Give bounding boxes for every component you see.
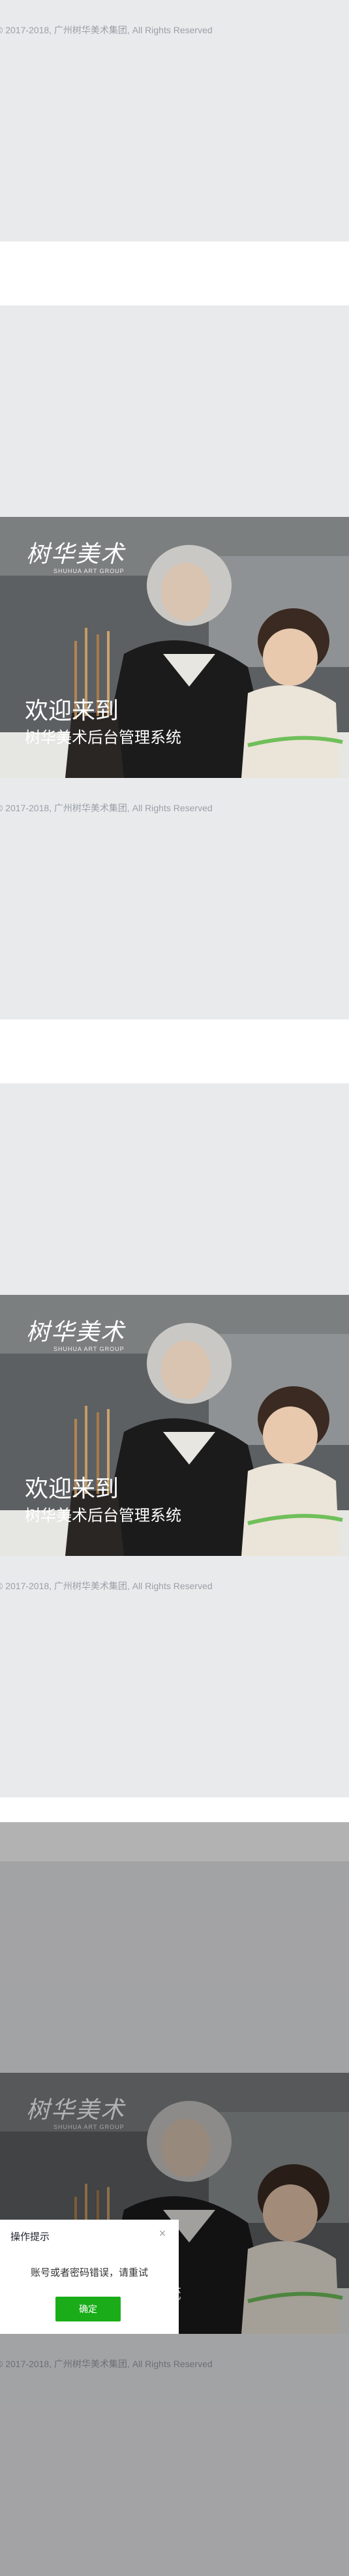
close-icon[interactable]: × <box>155 2226 170 2241</box>
modal-overlay[interactable] <box>0 1822 349 2576</box>
dialog-message: 账号或者密码错误，请重试 <box>30 2267 148 2278</box>
welcome-title: 欢迎来到 <box>25 1475 119 1502</box>
background-panel <box>0 305 349 517</box>
hero-banner: 树华美术 SHUHUA ART GROUP 欢迎来到 树华美术后台管理系统 <box>0 1295 349 1556</box>
welcome-block: 欢迎来到 树华美术后台管理系统 <box>25 696 181 749</box>
confirm-button[interactable]: 确定 <box>55 2297 121 2321</box>
content-panel <box>0 1019 349 1083</box>
welcome-subtitle: 树华美术后台管理系统 <box>25 1507 181 1525</box>
logo-en: SHUHUA ART GROUP <box>53 568 125 574</box>
copyright-footer: © 2017-2018, 广州树华美术集团, All Rights Reserv… <box>0 803 213 813</box>
welcome-block: 欢迎来到 树华美术后台管理系统 <box>25 1474 181 1527</box>
content-panel <box>0 241 349 305</box>
welcome-subtitle: 树华美术后台管理系统 <box>25 729 181 747</box>
logo-cn: 树华美术 <box>26 1319 126 1346</box>
error-dialog: 操作提示 × 账号或者密码错误，请重试 确定 <box>0 2220 179 2334</box>
hero-banner: 树华美术 SHUHUA ART GROUP 欢迎来到 树华美术后台管理系统 <box>0 517 349 778</box>
logo-en: SHUHUA ART GROUP <box>53 1346 125 1352</box>
copyright-footer: © 2017-2018, 广州树华美术集团, All Rights Reserv… <box>0 1581 213 1591</box>
copyright-footer: © 2017-2018, 广州树华美术集团, All Rights Reserv… <box>0 25 213 35</box>
background-panel <box>0 1083 349 1295</box>
dialog-title: 操作提示 <box>10 2231 50 2242</box>
welcome-title: 欢迎来到 <box>25 697 119 724</box>
logo-cn: 树华美术 <box>26 541 126 568</box>
brand-logo: 树华美术 SHUHUA ART GROUP <box>26 1319 126 1353</box>
brand-logo: 树华美术 SHUHUA ART GROUP <box>26 541 126 575</box>
